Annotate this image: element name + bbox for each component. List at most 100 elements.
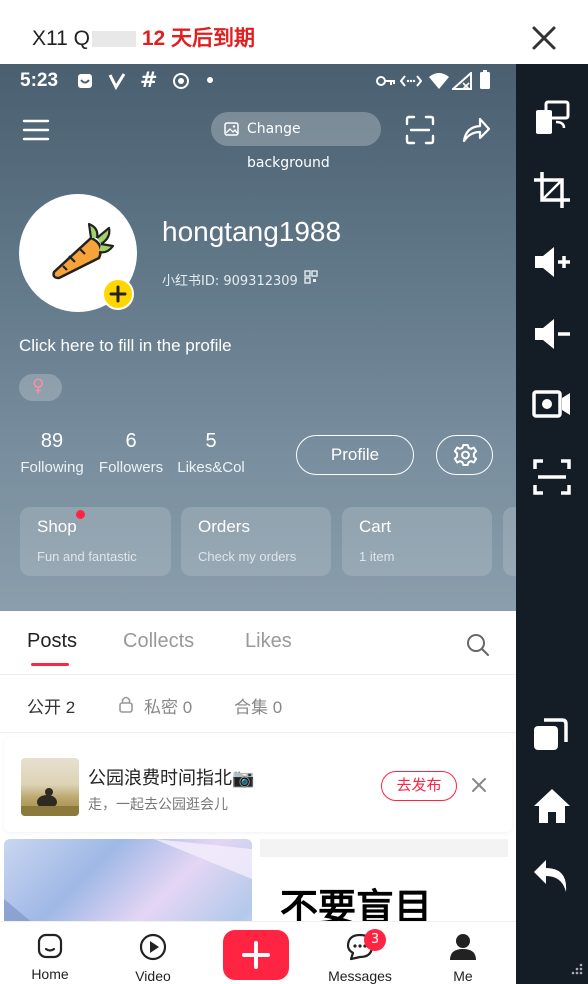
nav-me-label: Me	[453, 968, 473, 984]
stat-likes-label: Likes&Col	[177, 459, 245, 476]
stat-following-num: 89	[40, 430, 64, 452]
person-icon	[450, 934, 476, 960]
more-card[interactable]	[503, 507, 516, 576]
orders-card-title: Orders	[198, 517, 250, 536]
nav-home[interactable]: Home	[10, 932, 90, 982]
stat-followers-num: 6	[125, 430, 137, 452]
tab-likes[interactable]: Likes	[245, 630, 292, 653]
plus-icon	[242, 941, 270, 969]
signal-icon	[452, 72, 472, 90]
tabs-divider	[0, 674, 516, 675]
search-icon[interactable]	[465, 632, 491, 658]
stat-following-label: Following	[20, 459, 84, 476]
subtab-private[interactable]: 私密 0	[144, 693, 192, 718]
draft-subtitle: 走，一起去公园逛会儿	[88, 797, 228, 813]
record-icon	[173, 73, 189, 89]
expire-notice: 12 天后到期	[141, 27, 256, 50]
crop-icon[interactable]	[532, 170, 572, 210]
gender-badge: ♀	[19, 374, 62, 401]
publish-button[interactable]: 去发布	[381, 771, 457, 801]
draft-card[interactable]: 公园浪费时间指北📷 走，一起去公园逛会儿 去发布	[4, 738, 512, 832]
volume-up-icon[interactable]	[532, 242, 572, 282]
stat-likes[interactable]: 5 Likes&Col	[176, 430, 246, 476]
status-bar: 5:23 #	[0, 64, 516, 100]
tab-posts[interactable]: Posts	[27, 630, 77, 653]
emulator-title-bar: X11 Q 12 天后到期	[0, 0, 588, 64]
add-avatar-button[interactable]	[102, 278, 134, 310]
hash-icon: #	[140, 68, 158, 92]
qr-code-icon[interactable]	[304, 270, 318, 284]
plus-icon	[109, 285, 127, 303]
battery-icon	[480, 70, 490, 89]
profile-bio[interactable]: Click here to fill in the profile	[19, 336, 232, 356]
change-background-label: Change background	[247, 121, 330, 171]
wifi-icon	[429, 73, 449, 89]
person-in-park-image	[21, 788, 79, 816]
nav-home-label: Home	[31, 966, 69, 982]
shop-card-subtitle: Fun and fantastic	[37, 549, 137, 564]
screenshot-icon[interactable]	[532, 457, 572, 497]
nav-messages[interactable]: Messages	[320, 932, 400, 984]
shop-card-title: Shop	[37, 517, 77, 536]
window-title-prefix: X11 Q	[32, 27, 90, 50]
close-icon[interactable]	[530, 24, 558, 52]
create-post-button[interactable]	[223, 930, 289, 980]
profile-action-row: Change background	[0, 112, 516, 171]
nav-me[interactable]: Me	[423, 932, 503, 984]
shop-card[interactable]: Shop Fun and fantastic	[20, 507, 171, 576]
cart-card[interactable]: Cart 1 item	[342, 507, 492, 576]
username: hongtang1988	[162, 216, 342, 247]
dot-icon	[207, 77, 213, 83]
subtabs-divider	[0, 732, 516, 733]
status-time: 5:23	[20, 70, 59, 91]
thumbnail-toolbar	[260, 839, 508, 857]
change-background-button[interactable]: Change background	[211, 112, 381, 171]
stat-following[interactable]: 89 Following	[16, 430, 88, 476]
back-icon[interactable]	[532, 856, 572, 896]
notification-v-icon	[108, 73, 126, 90]
bottom-navigation: Home Video Messages 3 Me	[0, 921, 516, 984]
emulator-side-toolbar	[516, 64, 588, 984]
scan-icon[interactable]	[404, 114, 436, 146]
stat-likes-num: 5	[205, 430, 217, 452]
draft-title: 公园浪费时间指北📷	[88, 768, 255, 789]
settings-button[interactable]	[436, 435, 493, 475]
cart-card-subtitle: 1 item	[359, 549, 395, 564]
screen-record-icon[interactable]	[532, 384, 572, 424]
active-tab-indicator	[31, 663, 69, 666]
orders-card[interactable]: Orders Check my orders	[181, 507, 331, 576]
stat-followers[interactable]: 6 Followers	[96, 430, 166, 476]
home-icon	[37, 933, 63, 959]
notification-app-icon	[78, 74, 92, 88]
user-id[interactable]: 小红书ID: 909312309	[162, 270, 298, 289]
nav-video[interactable]: Video	[113, 932, 193, 984]
data-transfer-icon	[400, 75, 422, 87]
gear-icon	[453, 444, 478, 466]
tab-collects[interactable]: Collects	[123, 630, 194, 653]
orders-card-subtitle: Check my orders	[198, 549, 297, 564]
play-icon	[139, 933, 167, 961]
shop-notification-dot	[76, 510, 85, 519]
nav-video-label: Video	[135, 968, 171, 984]
nav-messages-label: Messages	[328, 968, 392, 984]
rotate-screen-icon[interactable]	[532, 98, 572, 138]
key-icon	[376, 76, 395, 86]
home-icon[interactable]	[532, 786, 572, 826]
draft-thumbnail	[21, 758, 79, 816]
resize-grip-icon[interactable]	[568, 962, 584, 978]
messages-badge: 3	[364, 929, 386, 951]
subtab-collections[interactable]: 合集 0	[234, 693, 282, 718]
cart-card-title: Cart	[359, 517, 392, 536]
edit-profile-button[interactable]: Profile	[296, 435, 414, 475]
volume-down-icon[interactable]	[532, 314, 572, 354]
masked-text	[91, 31, 136, 48]
close-icon[interactable]	[470, 776, 488, 794]
stat-followers-label: Followers	[98, 459, 164, 476]
subtab-public[interactable]: 公开 2	[27, 693, 75, 718]
recent-apps-icon[interactable]	[532, 714, 572, 754]
lock-icon	[119, 696, 133, 713]
share-icon[interactable]	[460, 114, 492, 146]
menu-icon[interactable]	[22, 118, 50, 142]
image-icon	[224, 122, 239, 136]
female-icon: ♀	[32, 376, 45, 396]
